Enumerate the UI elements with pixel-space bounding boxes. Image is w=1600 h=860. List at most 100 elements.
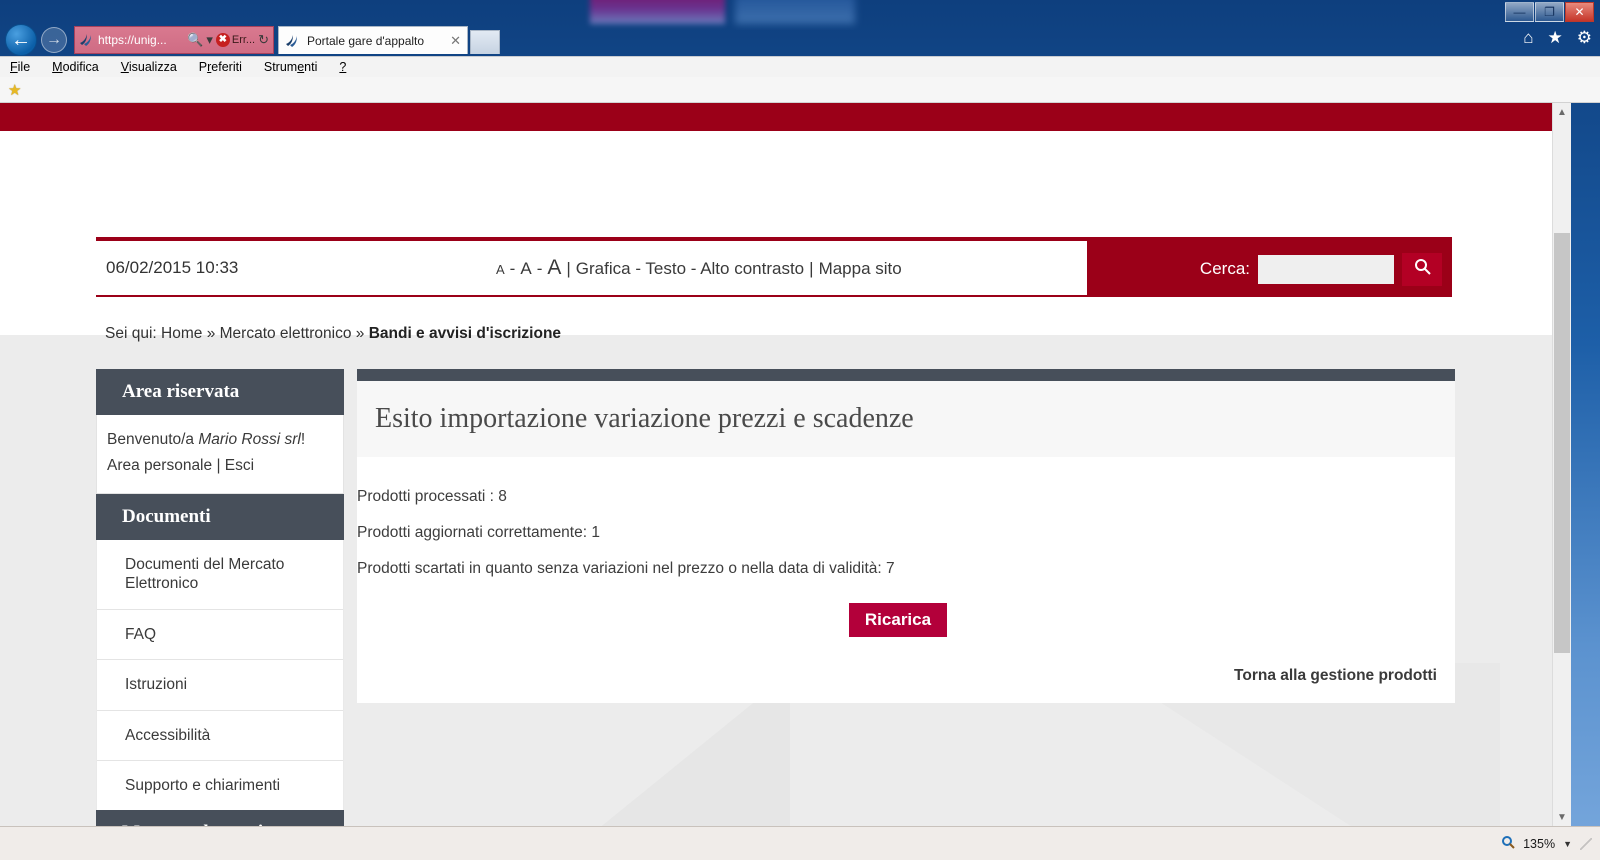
welcome-username: Mario Rossi srl: [198, 431, 301, 448]
page-title: Esito importazione variazione prezzi e s…: [357, 381, 1455, 457]
zoom-level[interactable]: 135%: [1523, 837, 1555, 851]
error-label: Err...: [231, 34, 256, 46]
search-submit-button[interactable]: [1402, 252, 1442, 286]
resize-grip[interactable]: [1580, 837, 1592, 850]
menu-item-preferiti[interactable]: Preferiti: [199, 60, 242, 74]
sidebar-welcome-message: Benvenuto/a Mario Rossi srl!: [97, 415, 343, 455]
minimize-icon: —: [1513, 5, 1526, 19]
back-arrow-icon: ←: [11, 29, 31, 51]
panel-top-accent-bar: [357, 369, 1455, 381]
site-top-band: [0, 103, 1552, 131]
scrollbar-thumb[interactable]: [1554, 233, 1570, 653]
error-icon: ✖: [215, 33, 230, 47]
breadcrumb-current: Bandi e avvisi d'iscrizione: [368, 325, 562, 342]
menu-bar[interactable]: File Modifica Visualizza Preferiti Strum…: [0, 56, 1600, 77]
search-icon: [1414, 258, 1431, 280]
site-header-band: [0, 131, 1552, 335]
sidebar-item-istruzioni[interactable]: Istruzioni: [97, 660, 343, 711]
browser-tab[interactable]: Portale gare d'appalto ✕: [278, 26, 468, 54]
new-tab-button[interactable]: [470, 30, 500, 54]
sidebar-account-links: Area personale | Esci: [97, 455, 343, 493]
sidebar-item-supporto[interactable]: Supporto e chiarimenti: [97, 760, 343, 811]
chevron-down-icon[interactable]: ▾: [206, 32, 213, 48]
utility-bar-left: 06/02/2015 10:33 A - A - A | Grafica - T…: [96, 241, 1087, 297]
sidebar-reserved-area-body: Benvenuto/a Mario Rossi srl! Area person…: [96, 415, 344, 494]
browser-toolbar-icons[interactable]: ⌂ ★ ⚙: [1523, 28, 1592, 48]
breadcrumb-level2-link[interactable]: Mercato elettronico: [220, 325, 352, 342]
sitemap-link[interactable]: Mappa sito: [819, 259, 902, 279]
back-button[interactable]: ←: [5, 24, 37, 56]
result-line-discarded: Prodotti scartati in quanto senza variaz…: [357, 560, 895, 577]
restore-button[interactable]: ❐: [1535, 2, 1564, 22]
menu-item-strumenti[interactable]: Strumenti: [264, 60, 318, 74]
window-controls[interactable]: — ❐ ✕: [1504, 2, 1594, 22]
dash-1: -: [509, 259, 516, 278]
home-icon[interactable]: ⌂: [1523, 28, 1533, 48]
sidebar: Area riservata Benvenuto/a Mario Rossi s…: [96, 369, 344, 826]
back-to-products-link[interactable]: Torna alla gestione prodotti: [357, 645, 1439, 685]
reload-button[interactable]: Ricarica: [848, 603, 948, 637]
menu-item-visualizza[interactable]: Visualizza: [121, 60, 177, 74]
scroll-down-icon[interactable]: ▼: [1553, 808, 1571, 826]
sidebar-item-faq[interactable]: FAQ: [97, 609, 343, 661]
sidebar-item-documenti-mercato[interactable]: Documenti del Mercato Elettronico: [97, 540, 343, 610]
breadcrumb-separator-1: »: [206, 325, 216, 342]
menu-item-help[interactable]: ?: [339, 60, 346, 74]
forward-button[interactable]: →: [41, 27, 67, 53]
address-bar[interactable]: https://unig... 🔍 ▾ ✖ Err... ↻: [74, 26, 274, 54]
sidebar-item-accessibilita[interactable]: Accessibilità: [97, 710, 343, 761]
scroll-up-icon[interactable]: ▲: [1553, 103, 1571, 121]
page-viewport: 06/02/2015 10:33 A - A - A | Grafica - T…: [0, 103, 1552, 826]
browser-window: — ❐ ✕ ← → https://unig... 🔍 ▾ ✖ Err... ↻…: [0, 0, 1600, 860]
text-size-medium-button[interactable]: A: [520, 259, 531, 279]
tab-close-icon[interactable]: ✕: [450, 33, 461, 49]
panel-body: Prodotti processati : 8 Prodotti aggiorn…: [357, 457, 1455, 703]
personal-area-link[interactable]: Area personale: [107, 457, 212, 474]
site-utility-bar: 06/02/2015 10:33 A - A - A | Grafica - T…: [96, 241, 1452, 297]
sidebar-documents-list: Documenti del Mercato Elettronico FAQ Is…: [96, 540, 344, 811]
site-favicon-icon: [79, 32, 95, 48]
zoom-icon[interactable]: [1501, 835, 1515, 852]
refresh-icon[interactable]: ↻: [258, 32, 269, 48]
current-datetime: 06/02/2015 10:33: [106, 258, 239, 277]
main-content-panel: Esito importazione variazione prezzi e s…: [357, 369, 1455, 703]
favorites-icon[interactable]: ★: [1548, 28, 1563, 48]
favorites-star-icon[interactable]: ★: [8, 81, 21, 99]
gear-icon[interactable]: ⚙: [1577, 28, 1592, 48]
search-icon[interactable]: 🔍: [187, 32, 203, 48]
reload-button-wrapper: Ricarica: [357, 587, 1439, 645]
sidebar-section-marketplace-title: Mercato elettronico: [96, 810, 344, 826]
menu-item-modifica[interactable]: Modifica: [52, 60, 99, 74]
logout-link[interactable]: Esci: [225, 457, 254, 474]
dash-2: -: [536, 259, 543, 278]
search-label: Cerca:: [1199, 259, 1250, 278]
zoom-caret-icon[interactable]: ▼: [1563, 839, 1572, 849]
address-url[interactable]: https://unig...: [98, 33, 184, 47]
separator-1: |: [566, 259, 571, 278]
sidebar-section-reserved-area-title: Area riservata: [96, 369, 344, 415]
result-line-updated: Prodotti aggiornati correttamente: 1: [357, 524, 600, 541]
breadcrumb-separator-2: »: [355, 325, 365, 342]
forward-arrow-icon: →: [46, 31, 62, 48]
menu-item-file[interactable]: File: [10, 60, 30, 74]
sidebar-section-documents-title: Documenti: [96, 494, 344, 540]
welcome-prefix: Benvenuto/a: [107, 431, 195, 448]
page-scrollbar[interactable]: ▲ ▼: [1552, 103, 1571, 826]
accessibility-tools[interactable]: A - A - A | Grafica - Testo - Alto contr…: [496, 256, 902, 280]
text-size-small-button[interactable]: A: [496, 262, 505, 277]
breadcrumb: Sei qui: Home » Mercato elettronico » Ba…: [105, 325, 561, 343]
display-mode-links[interactable]: Grafica - Testo - Alto contrasto: [576, 259, 804, 279]
result-line-processed: Prodotti processati : 8: [357, 488, 507, 505]
tab-title: Portale gare d'appalto: [307, 33, 425, 48]
breadcrumb-home-link[interactable]: Home: [161, 325, 202, 342]
breadcrumb-prefix: Sei qui:: [105, 325, 157, 342]
search-input[interactable]: [1258, 254, 1394, 284]
text-size-large-button[interactable]: A: [547, 256, 561, 280]
tab-favicon-icon: [285, 33, 301, 49]
close-button[interactable]: ✕: [1565, 2, 1594, 22]
minimize-button[interactable]: —: [1505, 2, 1534, 22]
certificate-error-badge[interactable]: ✖ Err...: [215, 33, 256, 47]
favorites-bar[interactable]: ★: [0, 77, 1600, 103]
close-icon: ✕: [1574, 5, 1585, 19]
site-search-area: Cerca:: [1087, 241, 1452, 297]
